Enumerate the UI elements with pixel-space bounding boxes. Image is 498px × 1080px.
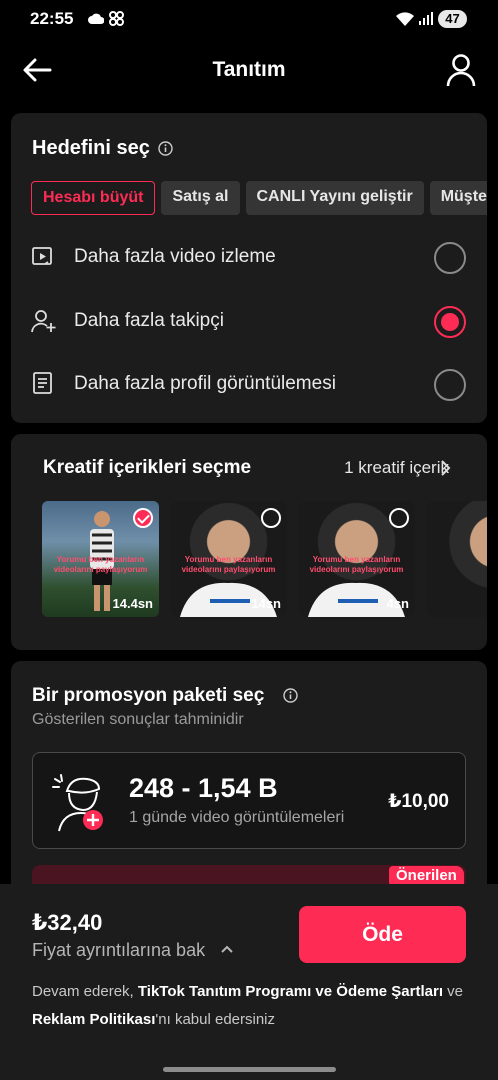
profile-icon[interactable] [444,52,478,88]
info-icon[interactable] [283,688,298,703]
goal-title: Hedefini seç [32,137,150,159]
signal-icon [419,12,433,25]
option-label: Daha fazla video izleme [74,246,276,267]
package-option[interactable]: 248 - 1,54 B 1 günde video görüntülemele… [32,752,466,849]
option-followers[interactable]: Daha fazla takipçi [11,294,487,350]
creative-thumb[interactable] [426,501,487,617]
chip-get-sales[interactable]: Satış al [161,181,240,215]
thumb-caption: Yorumu ben yazanların videolarını paylaş… [53,555,148,574]
info-icon[interactable] [158,141,173,156]
app-header: Tanıtım [0,44,498,96]
thumb-checkbox[interactable] [261,508,281,528]
thumb-caption: Yorumu ben yazanların videolarını paylaş… [181,555,276,574]
option-label: Daha fazla takipçi [74,310,224,331]
total-price: ₺32,40 [32,910,103,935]
creative-thumb[interactable]: Yorumu ben yazanların videolarını paylaş… [42,501,159,617]
package-price: ₺10,00 [388,791,449,812]
goal-chips: Hesabı büyüt Satış al CANLI Yayını gelişti… [31,181,487,217]
terms-program-link[interactable]: TikTok Tanıtım Programı ve Ödeme Şartlar… [138,983,443,1000]
creative-title: Kreatif içerikleri seçme [43,457,252,478]
terms-prefix: Devam ederek, [32,983,138,1000]
package-title: Bir promosyon paketi seç [32,685,265,706]
terms-mid: ve [443,983,464,1000]
terms-text: Devam ederek, TikTok Tanıtım Programı ve… [32,978,472,1034]
thumb-caption: Yorumu ben yazanların videolarını paylaş… [309,555,404,574]
ad-policy-link[interactable]: Reklam Politikası [32,1011,155,1028]
creative-thumb[interactable]: Yorumu ben yazanların videolarını paylaş… [170,501,287,617]
video-play-icon [32,247,52,265]
thumb-checkbox[interactable] [389,508,409,528]
views-range: 248 - 1,54 B [129,773,278,803]
radio-video-views[interactable] [434,242,466,274]
option-profile-views[interactable]: Daha fazla profil görüntülemesi [11,357,487,413]
creative-thumb[interactable]: Yorumu ben yazanların videolarını paylaş… [298,501,415,617]
terms-suffix: 'nı kabul edersiniz [155,1011,276,1028]
chip-improve-live[interactable]: CANLI Yayını geliştir [245,181,424,215]
checkout-bar: ₺32,40 Fiyat ayrıntılarına bak Öde Devam… [0,884,498,1080]
wifi-icon [396,12,414,26]
radio-followers[interactable] [434,306,466,338]
status-bar: 22:55 47 [0,0,498,38]
option-video-views[interactable]: Daha fazla video izleme [11,230,487,286]
battery-indicator: 47 [438,10,467,28]
home-indicator[interactable] [163,1067,336,1072]
chip-grow-account[interactable]: Hesabı büyüt [31,181,156,215]
creative-count-link[interactable]: 1 kreatif içerik [344,458,449,478]
pinwheel-icon [109,11,124,26]
recommended-badge: Önerilen [389,866,464,886]
add-user-icon [31,310,56,333]
thumb-duration: 14.4sn [112,596,153,611]
thumb-checkbox[interactable] [133,508,153,528]
chip-customers[interactable]: Müşte [429,181,487,215]
thumb-duration: 14sn [251,596,281,611]
pay-button[interactable]: Öde [299,906,466,963]
document-icon [33,372,52,394]
creative-thumbnails: Yorumu ben yazanların videolarını paylaş… [42,501,487,619]
cloud-icon [88,13,104,24]
price-details-link[interactable]: Fiyat ayrıntılarına bak [32,940,205,961]
page-title: Tanıtım [212,58,286,81]
option-label: Daha fazla profil görüntülemesi [74,373,336,394]
viewer-person-icon [52,774,103,832]
status-time: 22:55 [30,9,74,28]
package-card: Bir promosyon paketi seç Gösterilen sonu… [11,661,487,925]
thumb-duration: 4sn [386,596,409,611]
views-metric: 1 günde video görüntülemeleri [129,809,345,826]
radio-profile-views[interactable] [434,369,466,401]
package-subtitle: Gösterilen sonuçlar tahminidir [32,711,244,728]
chevron-right-icon[interactable] [439,459,451,477]
chevron-up-icon[interactable] [220,944,234,954]
goal-card: Hedefini seç Hesabı büyüt Satış al CANLI Y… [11,113,487,423]
creative-card: Kreatif içerikleri seçme 1 kreatif içeri… [11,434,487,650]
